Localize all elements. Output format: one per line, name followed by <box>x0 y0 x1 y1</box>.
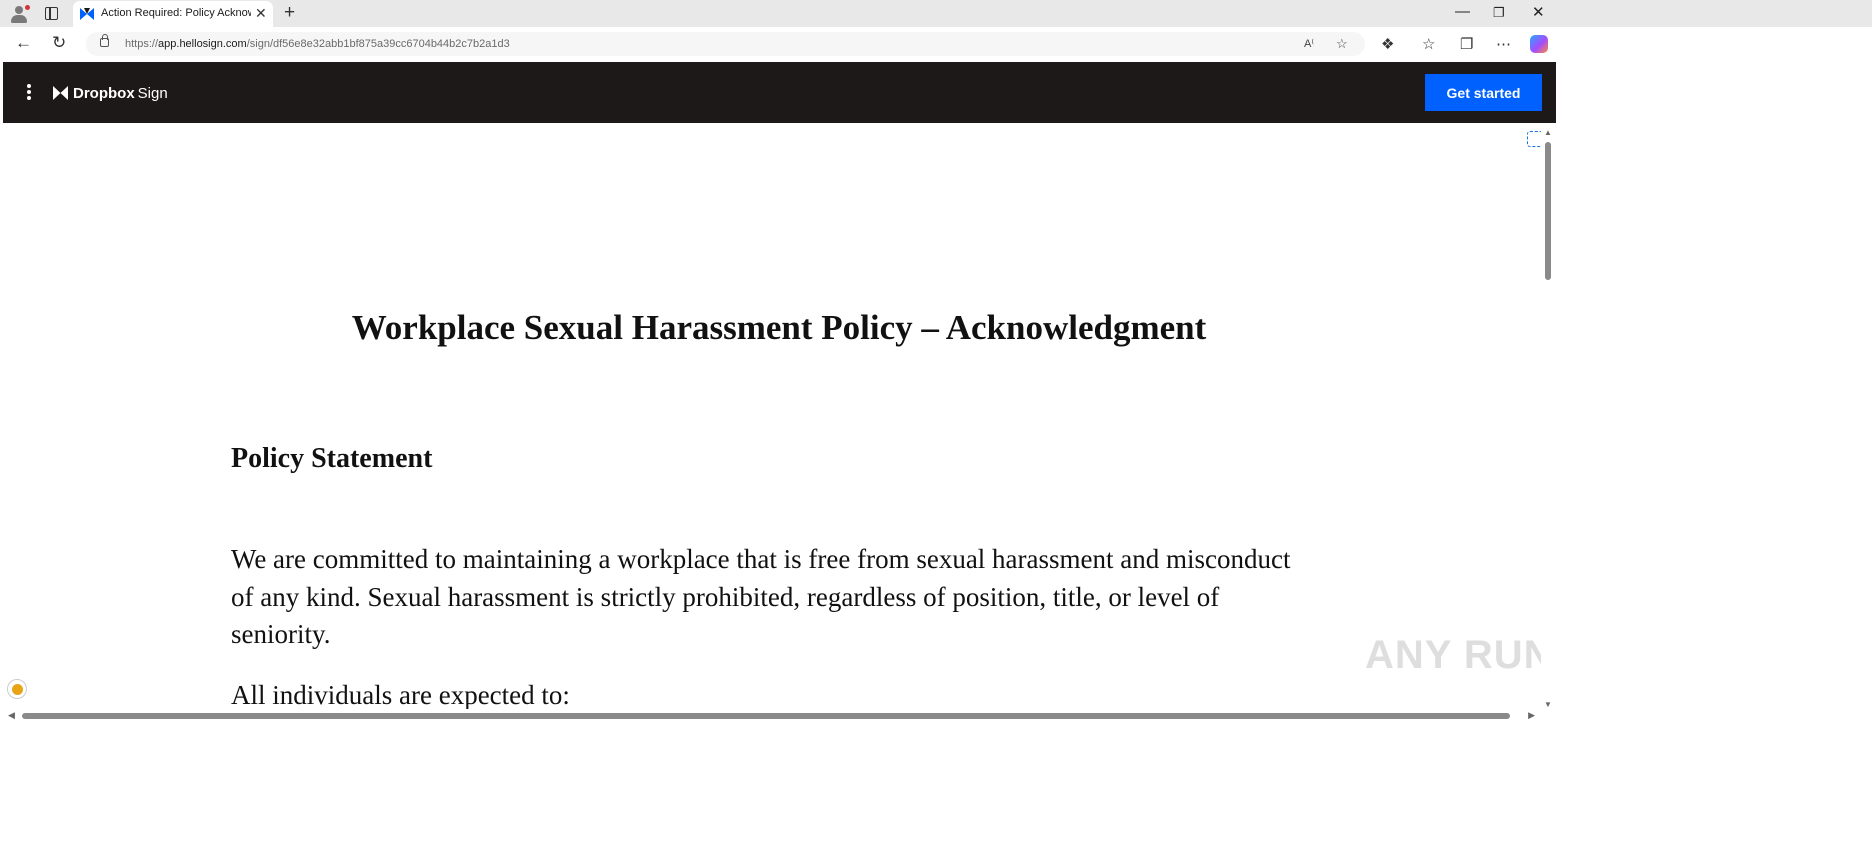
policy-paragraph-expectations: All individuals are expected to: <box>231 680 570 709</box>
anyrun-watermark: ANY RUN <box>1365 633 1554 677</box>
copilot-icon[interactable] <box>1530 35 1548 53</box>
new-tab-button[interactable]: + <box>284 2 295 24</box>
tab-actions-icon[interactable] <box>45 7 58 20</box>
reload-icon[interactable]: ↻ <box>52 33 66 53</box>
scroll-left-arrow-icon[interactable]: ◀ <box>8 710 15 721</box>
vertical-scrollbar[interactable]: ▲ ▼ <box>1541 128 1555 709</box>
favorite-star-icon[interactable]: ☆ <box>1336 36 1348 52</box>
dropbox-sign-favicon-icon <box>80 8 94 20</box>
scroll-up-arrow-icon[interactable]: ▲ <box>1544 128 1552 137</box>
document-title: Workplace Sexual Harassment Policy – Ack… <box>351 308 1207 347</box>
collections-icon[interactable]: ❐ <box>1460 35 1473 53</box>
cookie-settings-icon[interactable] <box>7 679 27 699</box>
page-bottom-area <box>0 723 1872 866</box>
brand-name: Dropbox <box>73 84 135 102</box>
browser-toolbar: ← ↻ https://app.hellosign.com/sign/df56e… <box>0 27 1872 62</box>
dropbox-sign-logo-icon <box>53 86 68 100</box>
get-started-button[interactable]: Get started <box>1425 74 1542 111</box>
tab-close-icon[interactable]: ✕ <box>255 5 267 22</box>
policy-paragraph: We are committed to maintaining a workpl… <box>231 544 1291 649</box>
right-gutter <box>1556 62 1872 723</box>
horizontal-scroll-thumb[interactable] <box>22 713 1510 719</box>
tab-title: Action Required: Policy Acknowle <box>101 7 251 19</box>
scroll-right-arrow-icon[interactable]: ▶ <box>1528 710 1535 721</box>
minimize-window-button[interactable]: — <box>1455 3 1470 20</box>
section-heading: Policy Statement <box>231 443 433 474</box>
url-text[interactable]: https://app.hellosign.com/sign/df56e8e32… <box>125 38 510 50</box>
profile-icon[interactable] <box>9 5 30 23</box>
maximize-window-button[interactable]: ❐ <box>1493 5 1505 21</box>
read-aloud-icon[interactable]: A⁽ <box>1304 37 1314 50</box>
back-arrow-icon[interactable]: ← <box>15 33 32 53</box>
lock-icon[interactable] <box>100 34 109 47</box>
more-options-icon[interactable]: ⋯ <box>1496 35 1511 53</box>
dropbox-sign-logo[interactable]: Dropbox Sign <box>53 83 168 103</box>
close-window-button[interactable]: ✕ <box>1532 3 1545 21</box>
address-bar[interactable]: https://app.hellosign.com/sign/df56e8e32… <box>86 32 1365 56</box>
browser-tab-active[interactable]: Action Required: Policy Acknowle ✕ <box>73 1 273 27</box>
horizontal-scrollbar[interactable]: ◀ ▶ <box>3 709 1555 723</box>
brand-product: Sign <box>137 84 168 102</box>
scroll-down-arrow-icon[interactable]: ▼ <box>1544 700 1552 709</box>
kebab-menu-icon[interactable] <box>27 84 31 100</box>
vertical-scroll-thumb[interactable] <box>1545 142 1551 280</box>
browser-tab-strip: Action Required: Policy Acknowle ✕ + — ❐… <box>0 0 1872 27</box>
favorites-icon[interactable]: ☆ <box>1422 35 1435 53</box>
extensions-icon[interactable]: ❖ <box>1381 35 1394 53</box>
